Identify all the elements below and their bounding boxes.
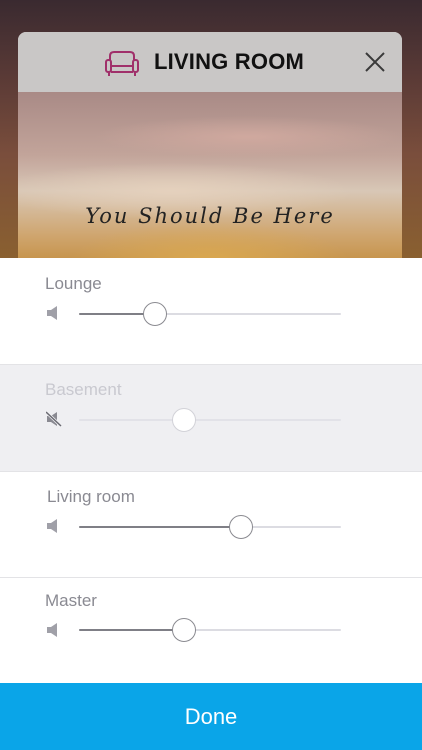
volume-slider[interactable] (79, 408, 341, 432)
zone-name: Basement (45, 380, 122, 399)
zone-lounge: Lounge (0, 258, 422, 365)
speaker-icon[interactable] (46, 518, 62, 534)
room-title: LIVING ROOM (153, 49, 305, 74)
zone-name: Lounge (45, 274, 102, 293)
speaker-icon[interactable] (46, 622, 62, 638)
zone-name: Master (45, 591, 97, 610)
artwork-caption: You Should Be Here (85, 204, 335, 228)
volume-thumb[interactable] (229, 515, 254, 539)
close-icon[interactable] (364, 51, 386, 73)
done-button[interactable]: Done (0, 683, 422, 750)
volume-fill (79, 629, 184, 631)
volume-fill (79, 526, 242, 528)
volume-slider[interactable] (79, 302, 341, 326)
zone-living-room: Living room (0, 472, 422, 578)
volume-slider[interactable] (79, 618, 341, 642)
speaker-muted-icon[interactable] (46, 411, 62, 427)
album-artwork: You Should Be Here (18, 92, 402, 272)
speaker-icon[interactable] (46, 305, 62, 321)
zone-name: Living room (47, 487, 135, 506)
room-card: LIVING ROOM You Should Be Here (18, 32, 402, 272)
volume-fill (79, 419, 184, 421)
volume-thumb[interactable] (171, 408, 196, 432)
zone-volume-sheet: Lounge Basement Living room Master (0, 258, 422, 750)
zone-master: Master (0, 578, 422, 683)
zone-basement: Basement (0, 365, 422, 472)
volume-slider[interactable] (79, 515, 341, 539)
room-header: LIVING ROOM (18, 32, 402, 92)
sofa-icon (105, 51, 139, 76)
volume-thumb[interactable] (171, 618, 196, 642)
volume-thumb[interactable] (142, 302, 167, 326)
